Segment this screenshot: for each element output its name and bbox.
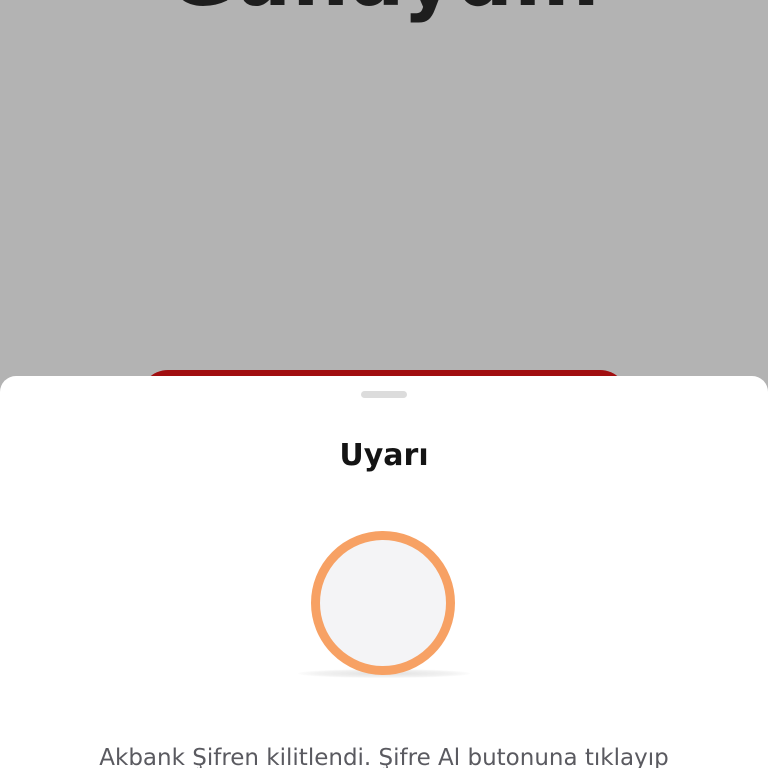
sheet-title: Uyarı (339, 438, 429, 473)
alert-bottom-sheet: Uyarı Akbank Şifren kilitlendi. Şifre Al… (0, 376, 768, 768)
sheet-drag-handle[interactable] (361, 391, 407, 398)
warning-circle-icon (311, 531, 455, 675)
greeting-text: Günaydın (0, 0, 768, 18)
app-screen: Günaydın Uyarı Akbank Şifren kilitlendi.… (0, 0, 768, 768)
alert-message: Akbank Şifren kilitlendi. Şifre Al buton… (99, 745, 669, 768)
